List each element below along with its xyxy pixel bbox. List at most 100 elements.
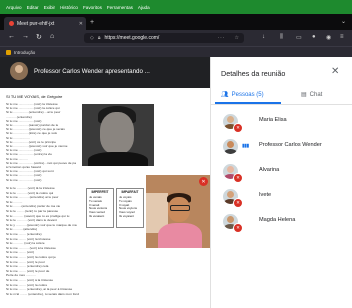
document-line: Si tu .......... xyxy=(6,199,23,204)
document-line: Si tu le ........... (voir) là la triste… xyxy=(6,186,55,190)
url-text: https://meet.google.com/ xyxy=(104,35,160,41)
shield-icon: ◇ xyxy=(90,35,94,41)
document-line: Si tu me ........ (entendre) xyxy=(6,232,42,236)
presenter-label: Professor Carlos Wender apresentando ... xyxy=(34,67,150,75)
divider xyxy=(211,104,352,105)
document-line: Si tu me ........... (entendre) ai le pe… xyxy=(6,195,59,200)
os-menu-item[interactable]: Exibir xyxy=(44,5,56,10)
document-title: SI TU ME VOYAIS, de Grégoire xyxy=(6,94,63,99)
account-icon[interactable]: ◉ xyxy=(326,34,331,41)
people-icon: 👥︎ xyxy=(221,92,229,98)
close-tab-icon[interactable]: ✕ xyxy=(79,21,83,27)
reload-icon[interactable]: ↻ xyxy=(36,33,42,41)
library-icon[interactable]: ⫼ xyxy=(280,34,283,41)
bookmark-folder-icon xyxy=(6,49,11,55)
tab-chat[interactable]: ▤ Chat xyxy=(301,91,323,99)
chat-icon: ▤ xyxy=(301,92,307,98)
document-line: Si tu le ........... (voir) la colère qu… xyxy=(6,190,54,195)
os-menu-item[interactable]: Editar xyxy=(27,5,39,10)
document-line: Si tu .........(entendre) parler de ma v… xyxy=(6,204,61,209)
participant-item[interactable]: ▮▮▮ Professor Carlos Wender xyxy=(211,137,352,159)
os-menu-bar: Arquivo Editar Exibir Histórico Favoritos Fer… xyxy=(0,0,352,14)
document-line: Si tu me ........ (voir) la tristesse xyxy=(6,236,51,241)
participant-name: Ivete xyxy=(259,192,272,198)
meet-main-area: Professor Carlos Wender apresentando ...… xyxy=(0,57,210,308)
os-menu-item[interactable]: Histórico xyxy=(60,5,78,10)
document-line: Si tu me ........ (voir) à la tristesse xyxy=(6,278,54,282)
grammar-box-2: IMPARFAIT Je voyais Tu voyais Il voyait Nou… xyxy=(116,188,144,228)
address-bar[interactable]: ◇ 🔒︎ https://meet.google.com/ ··· ☆ xyxy=(84,33,244,43)
participant-name: Professor Carlos Wender xyxy=(259,142,322,148)
tab-people-label: Pessoas (5) xyxy=(231,91,264,98)
document-line: Si tu me ........... (voir) à la tristes… xyxy=(6,245,56,250)
shared-document: SI TU ME VOYAIS, de Grégoire Si tu me ..… xyxy=(0,88,210,308)
menu-icon[interactable]: ≡ xyxy=(340,34,344,40)
mic-off-icon: ✕ xyxy=(233,198,243,208)
browser-tab-strip: Meet pwr-ehtf-jxt ✕ + ⌄ xyxy=(0,14,352,30)
bookmarks-bar: Introdução xyxy=(0,46,352,57)
mic-off-icon: ✕ xyxy=(233,223,243,233)
document-line: Si tu ........... (voir) la colère xyxy=(6,241,45,246)
avatar xyxy=(223,139,238,154)
document-line: Si tu me ........ (entendre) cela xyxy=(6,264,49,269)
participant-name: Alvarina xyxy=(259,167,280,173)
mic-off-icon: ✕ xyxy=(199,177,208,186)
home-icon[interactable]: ⌂ xyxy=(50,33,54,40)
browser-nav-bar: ← → ↻ ⌂ ◇ 🔒︎ https://meet.google.com/ ··… xyxy=(0,30,352,46)
os-menu-item[interactable]: Ferramentas xyxy=(107,5,133,10)
document-line: Si tu me ........ (entendre), ai la peur… xyxy=(6,287,73,292)
panel-title: Detalhes da reunião xyxy=(221,69,286,78)
singer-photo xyxy=(82,104,154,166)
sidebar-icon[interactable]: ▭ xyxy=(296,34,302,41)
document-line: Si tu ...........(attendre) xyxy=(6,227,38,232)
document-line: Si tu me ........ (voir) la colère qui j… xyxy=(6,255,56,259)
browser-tab-title: Meet pwr-ehtf-jxt xyxy=(17,20,55,27)
participant-item[interactable]: ✕ Alvarina xyxy=(211,162,352,184)
more-icon[interactable]: ··· xyxy=(218,35,226,41)
participant-item[interactable]: ✕ Magda Helena xyxy=(211,212,352,234)
new-tab-button[interactable]: + xyxy=(90,19,94,26)
browser-tab-meet[interactable]: Meet pwr-ehtf-jxt ✕ xyxy=(4,17,86,30)
document-line: Si tu me ........ (voir) la colère xyxy=(6,282,48,287)
participant-name: Magda Helena xyxy=(259,217,296,223)
speaking-indicator-icon: ▮▮▮ xyxy=(242,143,249,149)
presenter-avatar xyxy=(10,62,28,80)
bookmark-star-icon[interactable]: ☆ xyxy=(235,35,239,41)
grammar-line: Ils venaient xyxy=(89,213,105,218)
lock-icon: 🔒︎ xyxy=(97,35,101,41)
tab-chat-label: Chat xyxy=(309,91,323,98)
document-line: Si tu me ........ (voir) xyxy=(6,250,35,255)
presenter-bar: Professor Carlos Wender apresentando ... xyxy=(0,57,210,85)
document-line: Si tu le ........... (voir) dans le deva… xyxy=(6,218,57,223)
document-line: Si tu le .........(tenir) tu par la pare… xyxy=(6,209,59,213)
participant-item[interactable]: ✕ Maria Elisa xyxy=(211,112,352,134)
os-menu-item[interactable]: Ajuda xyxy=(138,5,150,10)
participant-name: Maria Elisa xyxy=(259,117,287,123)
grammar-box-heading: IMPERFEIT xyxy=(91,190,109,194)
extension-icon[interactable]: ● xyxy=(312,34,316,40)
chevron-down-icon[interactable]: ⌄ xyxy=(341,18,346,25)
mic-off-icon: ✕ xyxy=(233,123,243,133)
grammar-box-heading: IMPARFAIT xyxy=(121,190,139,194)
close-icon[interactable]: ✕ xyxy=(331,66,339,77)
document-line: Si tu y ............(pouvoir) voir que l… xyxy=(6,222,77,227)
forward-arrow-icon[interactable]: → xyxy=(22,33,29,40)
download-icon[interactable]: ↓ xyxy=(262,34,265,40)
back-arrow-icon[interactable]: ← xyxy=(8,33,15,40)
recording-dot-icon xyxy=(9,21,14,26)
tab-people[interactable]: 👥︎ Pessoas (5) xyxy=(221,91,264,99)
os-menu-item[interactable]: Favoritos xyxy=(83,5,102,10)
mic-off-icon: ✕ xyxy=(233,173,243,183)
document-line: Si tu ........... (savoir) que tu es pro… xyxy=(6,213,70,218)
bookmark-introducao[interactable]: Introdução xyxy=(14,50,35,55)
meeting-details-panel: Detalhes da reunião ✕ 👥︎ Pessoas (5) ▤ C… xyxy=(210,57,352,308)
document-line: Si tu me ........ (voir) le pour de xyxy=(6,268,50,273)
document-line: Si tu me .................(voir) xyxy=(6,177,42,182)
grammar-line: Ils voyaient xyxy=(119,213,135,218)
presenter-webcam: ✕ xyxy=(146,175,210,248)
os-menu-item[interactable]: Arquivo xyxy=(6,5,22,10)
grammar-box-1: IMPERFEIT Je venais Tu venais Il venait Nou… xyxy=(86,188,114,228)
document-line: Si tu m'al ........ (entendre), tu serai… xyxy=(6,291,79,296)
participant-item[interactable]: ✕ Ivete xyxy=(211,187,352,209)
document-line: Perte de mes ........... xyxy=(6,273,36,278)
